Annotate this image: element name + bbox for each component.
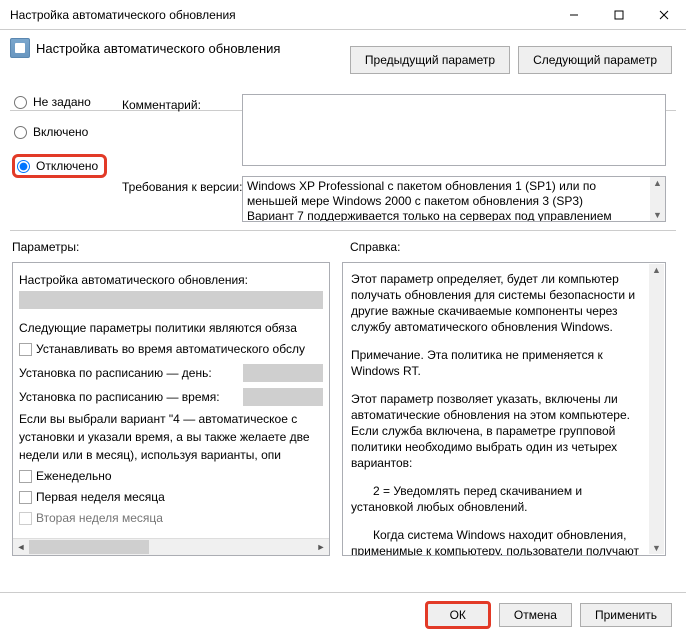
sched-time-label: Установка по расписанию — время: — [19, 388, 220, 406]
radio-enabled[interactable]: Включено — [12, 124, 107, 140]
minimize-button[interactable] — [551, 0, 596, 30]
sched-time-combo[interactable] — [243, 388, 323, 406]
help-p1: Этот параметр определяет, будет ли компь… — [351, 271, 643, 335]
bottom-bar: ОК Отмена Применить — [0, 592, 686, 636]
chk-weekly-label: Еженедельно — [36, 467, 112, 485]
chk-install-maint-label: Устанавливать во время автоматического о… — [36, 340, 305, 358]
comment-label: Комментарий: — [122, 98, 201, 112]
cancel-button[interactable]: Отмена — [499, 603, 572, 627]
radio-not-configured-label: Не задано — [33, 95, 91, 109]
apply-button[interactable]: Применить — [580, 603, 672, 627]
checkbox-icon[interactable] — [19, 512, 32, 525]
radio-not-configured-input[interactable] — [14, 96, 27, 109]
titlebar: Настройка автоматического обновления — [0, 0, 686, 30]
help-p3: Этот параметр позволяет указать, включен… — [351, 391, 643, 471]
help-pane: Этот параметр определяет, будет ли компь… — [342, 262, 666, 556]
radio-enabled-label: Включено — [33, 125, 88, 139]
chk-install-maintenance[interactable]: Устанавливать во время автоматического о… — [19, 340, 323, 358]
radio-disabled-label: Отключено — [36, 159, 98, 173]
chk-second-week[interactable]: Вторая неделя месяца — [19, 509, 323, 527]
checkbox-icon[interactable] — [19, 491, 32, 504]
ok-button[interactable]: ОК — [425, 601, 491, 629]
requirements-label: Требования к версии: — [122, 180, 242, 194]
help-p5: Когда система Windows находит обновления… — [351, 527, 643, 556]
scroll-left-icon[interactable]: ◄ — [13, 542, 29, 552]
scroll-down-icon[interactable]: ▼ — [653, 209, 662, 221]
chk-second-week-label: Вторая неделя месяца — [36, 509, 163, 527]
scroll-down-icon[interactable]: ▼ — [652, 542, 661, 554]
next-setting-button[interactable]: Следующий параметр — [518, 46, 672, 74]
params-paragraph: Если вы выбрали вариант "4 — автоматичес… — [19, 410, 323, 464]
help-scrollbar[interactable]: ▲ ▼ — [649, 264, 664, 554]
parameters-pane: Настройка автоматического обновления: Сл… — [12, 262, 330, 556]
prev-setting-button[interactable]: Предыдущий параметр — [350, 46, 510, 74]
mid-divider — [10, 230, 676, 231]
requirements-text: Windows XP Professional с пакетом обновл… — [247, 179, 612, 222]
scroll-thumb[interactable] — [29, 540, 149, 554]
subtitle: Настройка автоматического обновления — [36, 41, 280, 56]
params-subheading: Следующие параметры политики являются об… — [19, 319, 323, 337]
radio-disabled[interactable]: Отключено — [12, 154, 107, 178]
parameters-label: Параметры: — [12, 240, 79, 254]
radio-enabled-input[interactable] — [14, 126, 27, 139]
radio-disabled-input[interactable] — [17, 160, 30, 173]
help-p4: 2 = Уведомлять перед скачиванием и устан… — [351, 483, 643, 515]
sched-day-combo[interactable] — [243, 364, 323, 382]
window-title: Настройка автоматического обновления — [10, 0, 551, 30]
radio-not-configured[interactable]: Не задано — [12, 94, 107, 110]
help-label: Справка: — [350, 240, 400, 254]
params-horizontal-scrollbar[interactable]: ◄ ► — [13, 538, 329, 555]
policy-icon — [10, 38, 30, 58]
checkbox-icon[interactable] — [19, 470, 32, 483]
chk-first-week[interactable]: Первая неделя месяца — [19, 488, 323, 506]
close-button[interactable] — [641, 0, 686, 30]
params-combo-auto-update[interactable] — [19, 291, 323, 309]
requirements-scrollbar[interactable]: ▲ ▼ — [650, 177, 665, 221]
scroll-track[interactable] — [29, 539, 313, 555]
comment-field[interactable] — [242, 94, 666, 166]
scroll-up-icon[interactable]: ▲ — [652, 264, 661, 276]
checkbox-icon[interactable] — [19, 343, 32, 356]
help-p2: Примечание. Эта политика не применяется … — [351, 347, 643, 379]
maximize-button[interactable] — [596, 0, 641, 30]
params-heading: Настройка автоматического обновления: — [19, 271, 323, 289]
scroll-up-icon[interactable]: ▲ — [653, 177, 662, 189]
sched-day-label: Установка по расписанию — день: — [19, 364, 212, 382]
scroll-right-icon[interactable]: ► — [313, 542, 329, 552]
chk-weekly[interactable]: Еженедельно — [19, 467, 323, 485]
requirements-box: Windows XP Professional с пакетом обновл… — [242, 176, 666, 222]
chk-first-week-label: Первая неделя месяца — [36, 488, 165, 506]
